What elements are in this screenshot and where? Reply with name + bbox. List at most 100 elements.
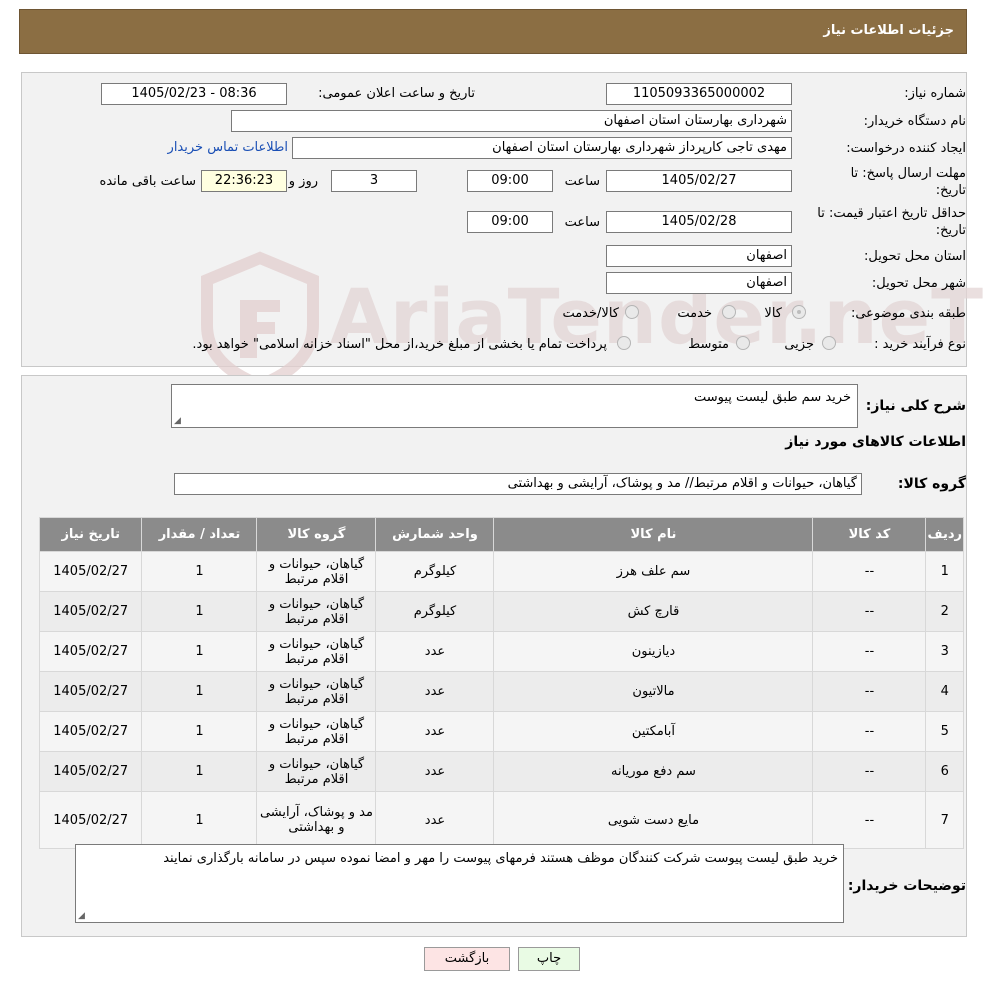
buyer-contact-link[interactable]: اطلاعات تماس خریدار [168, 140, 288, 155]
cell-row: 7 [925, 791, 964, 849]
summary-value: خرید سم طبق لیست پیوست [694, 390, 851, 405]
buyer-notes-value: خرید طبق لیست پیوست شرکت کنندگان موظف هس… [163, 851, 838, 866]
cell-code: -- [812, 551, 927, 592]
buyer-notes-textarea[interactable]: خرید طبق لیست پیوست شرکت کنندگان موظف هس… [75, 844, 844, 923]
cell-group: گیاهان، حیوانات و اقلام مرتبط [256, 711, 377, 752]
cell-qty: 1 [141, 631, 258, 672]
category-option-service: خدمت [677, 306, 712, 321]
process-radio-minor[interactable] [822, 336, 836, 350]
cell-row: 5 [925, 711, 964, 752]
table-row: 5 -- آبامکتین عدد گیاهان، حیوانات و اقلا… [38, 711, 964, 752]
cell-date: 1405/02/27 [38, 631, 143, 672]
goods-table: ردیف کد کالا نام کالا واحد شمارش گروه کا… [38, 517, 964, 849]
watermark-logo [201, 251, 319, 390]
cell-date: 1405/02/27 [38, 591, 143, 632]
table-row: 2 -- قارچ کش کیلوگرم گیاهان، حیوانات و ا… [38, 591, 964, 632]
cell-code: -- [812, 591, 927, 632]
print-button[interactable]: چاپ [518, 947, 580, 971]
goods-group-label: گروه کالا: [897, 476, 966, 492]
cell-name: مالاتیون [493, 671, 814, 712]
city-label: شهر محل تحویل: [871, 276, 966, 291]
cell-qty: 1 [141, 671, 258, 712]
need-number-label: شماره نیاز: [904, 86, 966, 101]
cell-unit: عدد [375, 791, 495, 849]
col-header-row: ردیف [925, 517, 964, 552]
cell-group: مد و پوشاک، آرایشی و بهداشتی [256, 791, 377, 849]
cell-group: گیاهان، حیوانات و اقلام مرتبط [256, 751, 377, 792]
process-option-minor: جزیی [784, 337, 814, 352]
buyer-org-label: نام دستگاه خریدار: [863, 114, 966, 129]
cell-row: 4 [925, 671, 964, 712]
cell-date: 1405/02/27 [38, 751, 143, 792]
creator-field: مهدی تاجی کارپرداز شهرداری بهارستان استا… [292, 137, 792, 159]
remaining-time-field: 22:36:23 [201, 170, 287, 192]
creator-label: ایجاد کننده درخواست: [846, 141, 966, 156]
category-label: طبقه بندی موضوعی: [850, 306, 966, 321]
col-header-date: تاریخ نیاز [38, 517, 143, 552]
cell-row: 1 [925, 551, 964, 592]
days-label: روز و [288, 174, 318, 189]
cell-qty: 1 [141, 751, 258, 792]
cell-name: دیازینون [493, 631, 814, 672]
resize-grip-icon[interactable]: ◢ [78, 911, 85, 921]
category-radio-goods-service[interactable] [625, 305, 639, 319]
buyer-org-field: شهرداری بهارستان استان اصفهان [231, 110, 792, 132]
cell-name: مایع دست شویی [493, 791, 814, 849]
process-option-medium: متوسط [688, 337, 729, 352]
resize-grip-icon[interactable]: ◢ [174, 416, 181, 426]
summary-textarea[interactable]: خرید سم طبق لیست پیوست ◢ [171, 384, 858, 428]
category-radio-goods[interactable] [792, 305, 806, 319]
page-header: جزئیات اطلاعات نیاز [19, 9, 967, 54]
process-radio-medium[interactable] [736, 336, 750, 350]
cell-unit: کیلوگرم [375, 551, 495, 592]
days-field: 3 [331, 170, 417, 192]
category-radio-service[interactable] [722, 305, 736, 319]
back-button[interactable]: بازگشت [424, 947, 510, 971]
deadline-date-field: 1405/02/27 [606, 170, 792, 192]
price-valid-time-label: ساعت [564, 215, 600, 230]
announce-label: تاریخ و ساعت اعلان عمومی: [318, 86, 475, 101]
deadline-time-field: 09:00 [467, 170, 553, 192]
deadline-label-date: تاریخ: [935, 183, 966, 198]
cell-group: گیاهان، حیوانات و اقلام مرتبط [256, 671, 377, 712]
col-header-name: نام کالا [493, 517, 814, 552]
cell-unit: عدد [375, 711, 495, 752]
table-row: 4 -- مالاتیون عدد گیاهان، حیوانات و اقلا… [38, 671, 964, 712]
cell-row: 6 [925, 751, 964, 792]
table-row: 7 -- مایع دست شویی عدد مد و پوشاک، آرایش… [38, 791, 964, 849]
city-field: اصفهان [606, 272, 792, 294]
cell-date: 1405/02/27 [38, 671, 143, 712]
cell-row: 3 [925, 631, 964, 672]
goods-info-title: اطلاعات کالاهای مورد نیاز [785, 434, 966, 450]
cell-name: قارچ کش [493, 591, 814, 632]
cell-code: -- [812, 751, 927, 792]
table-row: 6 -- سم دفع موریانه عدد گیاهان، حیوانات … [38, 751, 964, 792]
cell-code: -- [812, 671, 927, 712]
deadline-label: مهلت ارسال پاسخ: تا [850, 166, 966, 181]
col-header-group: گروه کالا [256, 517, 377, 552]
announce-field: 1405/02/23 - 08:36 [101, 83, 287, 105]
cell-qty: 1 [141, 711, 258, 752]
price-valid-date-field: 1405/02/28 [606, 211, 792, 233]
col-header-unit: واحد شمارش [375, 517, 495, 552]
buyer-notes-label: توضیحات خریدار: [847, 878, 966, 894]
cell-name: آبامکتین [493, 711, 814, 752]
col-header-code: کد کالا [812, 517, 927, 552]
process-note: پرداخت تمام یا بخشی از مبلغ خرید،از محل … [192, 337, 607, 352]
cell-date: 1405/02/27 [38, 791, 143, 849]
need-number-field: 1105093365000002 [606, 83, 792, 105]
cell-group: گیاهان، حیوانات و اقلام مرتبط [256, 631, 377, 672]
summary-label: شرح کلی نیاز: [865, 398, 966, 414]
table-row: 3 -- دیازینون عدد گیاهان، حیوانات و اقلا… [38, 631, 964, 672]
remaining-label: ساعت باقی مانده [99, 174, 196, 189]
process-radio-treasury[interactable] [617, 336, 631, 350]
cell-unit: عدد [375, 671, 495, 712]
table-header-row: ردیف کد کالا نام کالا واحد شمارش گروه کا… [38, 517, 964, 552]
cell-date: 1405/02/27 [38, 711, 143, 752]
province-label: استان محل تحویل: [864, 249, 966, 264]
cell-code: -- [812, 631, 927, 672]
province-field: اصفهان [606, 245, 792, 267]
cell-code: -- [812, 711, 927, 752]
cell-name: سم علف هرز [493, 551, 814, 592]
price-valid-label-date: تاریخ: [935, 223, 966, 238]
